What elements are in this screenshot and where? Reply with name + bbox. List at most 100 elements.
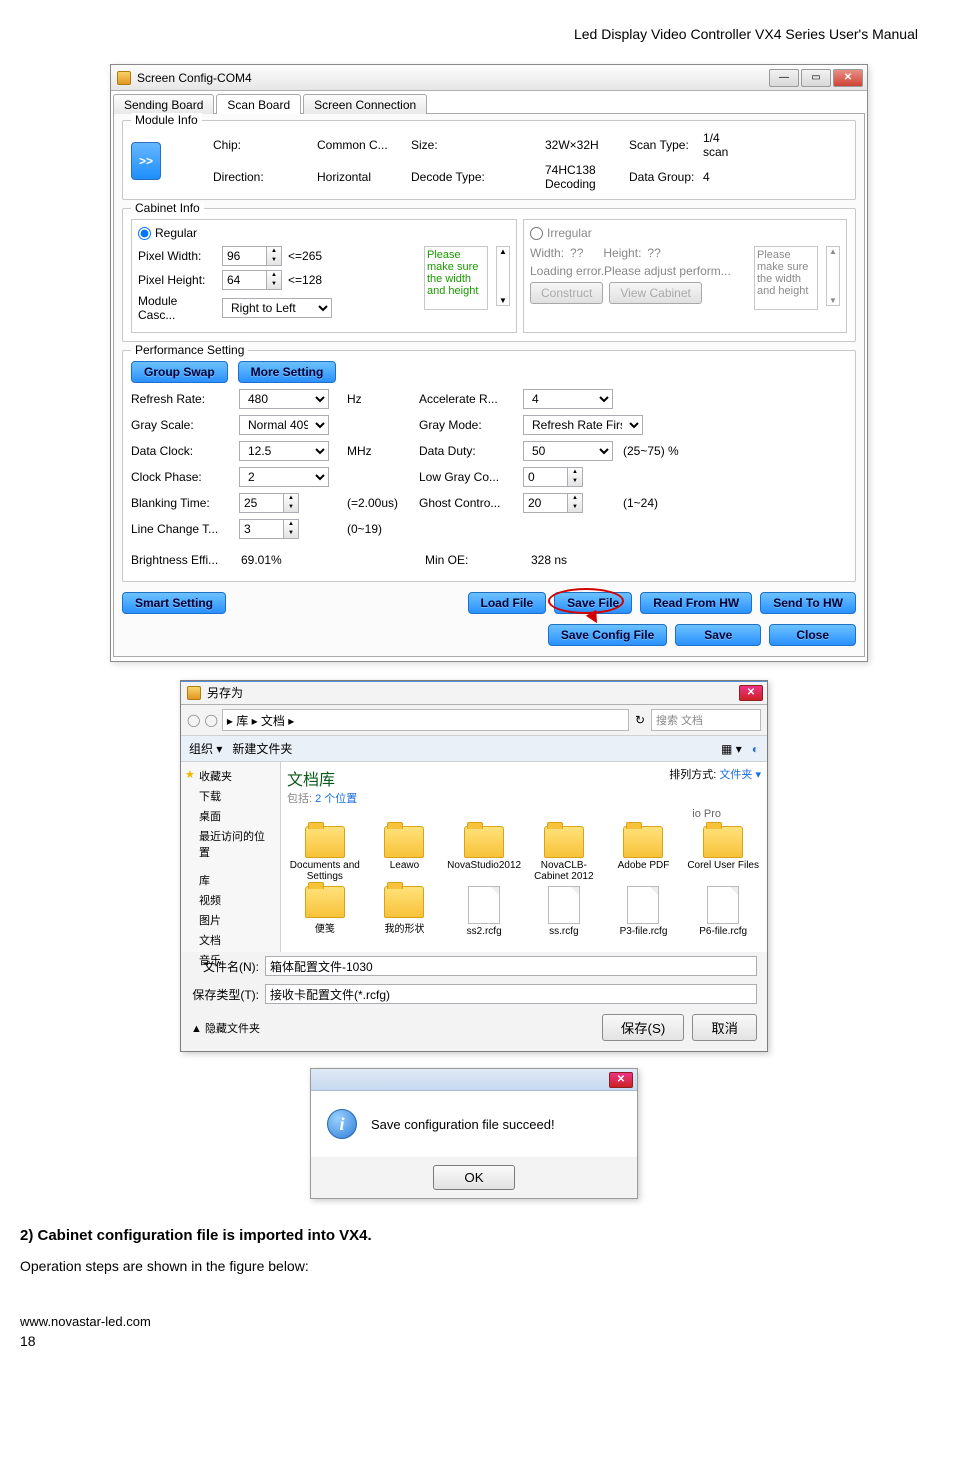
new-folder-button[interactable]: 新建文件夹 xyxy=(232,740,292,757)
nav-pictures[interactable]: 图片 xyxy=(185,910,276,930)
read-from-hw-button[interactable]: Read From HW xyxy=(640,592,752,614)
module-info-legend: Module Info xyxy=(131,113,202,127)
low-gray-input[interactable] xyxy=(523,467,567,487)
spinner-icon[interactable]: ▲▼ xyxy=(266,270,282,290)
file-item[interactable]: ss2.rcfg xyxy=(446,886,522,937)
refresh-rate-unit: Hz xyxy=(347,392,411,406)
file-item[interactable]: ss.rcfg xyxy=(526,886,602,937)
iopro-label: io Pro xyxy=(287,808,761,820)
gray-mode-select[interactable]: Refresh Rate First xyxy=(523,415,643,435)
view-icon[interactable]: ▦ ▾ xyxy=(721,742,742,756)
filetype-label: 保存类型(T): xyxy=(191,986,259,1003)
filetype-input[interactable] xyxy=(265,984,757,1004)
nav-recent[interactable]: 最近访问的位置 xyxy=(185,826,276,862)
tab-screen-connection[interactable]: Screen Connection xyxy=(303,94,427,114)
gray-scale-select[interactable]: Normal 4096 xyxy=(239,415,329,435)
save-as-save-button[interactable]: 保存(S) xyxy=(602,1014,684,1041)
file-item[interactable]: 便笺 xyxy=(287,886,363,937)
data-clock-select[interactable]: 12.5 xyxy=(239,441,329,461)
file-item[interactable]: P3-file.rcfg xyxy=(606,886,682,937)
maximize-button[interactable]: ▭ xyxy=(801,69,831,87)
arrange-value[interactable]: 文件夹 ▾ xyxy=(719,769,761,781)
back-icon[interactable]: ◯ xyxy=(187,713,200,727)
brightness-eff-label: Brightness Effi... xyxy=(131,553,231,567)
nav-favorites[interactable]: 收藏夹 xyxy=(185,766,276,786)
spinner-icon[interactable]: ▲▼ xyxy=(283,493,299,513)
spinner-icon[interactable]: ▲▼ xyxy=(567,493,583,513)
tab-sending-board[interactable]: Sending Board xyxy=(113,94,214,114)
save-as-close-button[interactable]: ✕ xyxy=(739,685,763,701)
organize-menu[interactable]: 组织 ▾ xyxy=(189,740,222,757)
file-item[interactable]: NovaCLB-Cabinet 2012 xyxy=(526,826,602,882)
smart-setting-button[interactable]: Smart Setting xyxy=(122,592,226,614)
nav-documents[interactable]: 文档 xyxy=(185,930,276,950)
file-item[interactable]: NovaStudio2012 xyxy=(446,826,522,882)
spinner-icon[interactable]: ▲▼ xyxy=(283,519,299,539)
folder-icon xyxy=(187,686,201,700)
refresh-rate-select[interactable]: 480 xyxy=(239,389,329,409)
save-button[interactable]: Save xyxy=(675,624,761,646)
irregular-radio[interactable] xyxy=(530,227,543,240)
scrollbar[interactable]: ▲▼ xyxy=(826,246,840,306)
file-item[interactable]: Documents and Settings xyxy=(287,826,363,882)
gray-scale-label: Gray Scale: xyxy=(131,418,231,432)
view-cabinet-button[interactable]: View Cabinet xyxy=(609,282,702,304)
pixel-width-input[interactable] xyxy=(222,246,266,266)
pixel-height-range: <=128 xyxy=(288,273,322,287)
datagroup-value: 4 xyxy=(703,170,733,184)
ghost-control-input[interactable] xyxy=(523,493,567,513)
line-change-input[interactable] xyxy=(239,519,283,539)
accelerate-select[interactable]: 4 xyxy=(523,389,613,409)
close-button[interactable]: ✕ xyxy=(833,69,863,87)
blanking-time-input[interactable] xyxy=(239,493,283,513)
expand-button[interactable]: >> xyxy=(131,142,161,180)
file-item[interactable]: 我的形状 xyxy=(367,886,443,937)
performance-group: Performance Setting Group Swap More Sett… xyxy=(122,350,856,582)
more-setting-button[interactable]: More Setting xyxy=(238,361,337,383)
save-as-cancel-button[interactable]: 取消 xyxy=(692,1014,757,1041)
nav-music[interactable]: 音乐 xyxy=(185,950,276,970)
pixel-height-input[interactable] xyxy=(222,270,266,290)
group-swap-button[interactable]: Group Swap xyxy=(131,361,228,383)
confirm-close-button[interactable]: ✕ xyxy=(609,1072,633,1088)
hide-folders-toggle[interactable]: ▲ 隐藏文件夹 xyxy=(191,1020,260,1036)
help-icon[interactable]: ◐ xyxy=(752,742,759,756)
regular-radio[interactable] xyxy=(138,227,151,240)
module-info-group: Module Info Chip: Common C... Size: 32W×… xyxy=(122,120,856,200)
search-input[interactable]: 搜索 文档 xyxy=(651,709,761,731)
file-item[interactable]: Leawo xyxy=(367,826,443,882)
data-clock-unit: MHz xyxy=(347,444,411,458)
address-bar[interactable]: ▸ 库 ▸ 文档 ▸ xyxy=(222,709,629,731)
close2-button[interactable]: Close xyxy=(769,624,856,646)
file-item[interactable]: P6-file.rcfg xyxy=(685,886,761,937)
clock-phase-select[interactable]: 2 xyxy=(239,467,329,487)
refresh-icon[interactable]: ↻ xyxy=(633,713,647,727)
send-to-hw-button[interactable]: Send To HW xyxy=(760,592,856,614)
construct-button[interactable]: Construct xyxy=(530,282,603,304)
tab-scan-board[interactable]: Scan Board xyxy=(216,94,301,114)
library-locations-link[interactable]: 2 个位置 xyxy=(315,793,357,805)
filename-input[interactable] xyxy=(265,956,757,976)
decode-value: 74HC138 Decoding xyxy=(545,163,625,191)
nav-downloads[interactable]: 下载 xyxy=(185,786,276,806)
nav-videos[interactable]: 视频 xyxy=(185,890,276,910)
spinner-icon[interactable]: ▲▼ xyxy=(567,467,583,487)
file-item[interactable]: Adobe PDF xyxy=(606,826,682,882)
datagroup-label: Data Group: xyxy=(629,170,699,184)
data-duty-select[interactable]: 50 xyxy=(523,441,613,461)
spinner-icon[interactable]: ▲▼ xyxy=(266,246,282,266)
minimize-button[interactable]: — xyxy=(769,69,799,87)
nav-libraries[interactable]: 库 xyxy=(185,870,276,890)
module-casc-select[interactable]: Right to Left xyxy=(222,298,332,318)
doc-header: Led Display Video Controller VX4 Series … xyxy=(20,26,928,42)
nav-desktop[interactable]: 桌面 xyxy=(185,806,276,826)
library-subtitle-a: 包括: xyxy=(287,793,312,805)
save-config-file-button[interactable]: Save Config File xyxy=(548,624,667,646)
file-item[interactable]: Corel User Files xyxy=(685,826,761,882)
nav-tree[interactable]: 收藏夹 下载 桌面 最近访问的位置 库 视频 图片 文档 音乐 xyxy=(181,762,281,952)
scrollbar[interactable]: ▲▼ xyxy=(496,246,510,306)
irr-width-value: ?? xyxy=(570,246,583,260)
ok-button[interactable]: OK xyxy=(433,1165,514,1190)
forward-icon[interactable]: ◯ xyxy=(204,713,217,727)
load-file-button[interactable]: Load File xyxy=(468,592,547,614)
